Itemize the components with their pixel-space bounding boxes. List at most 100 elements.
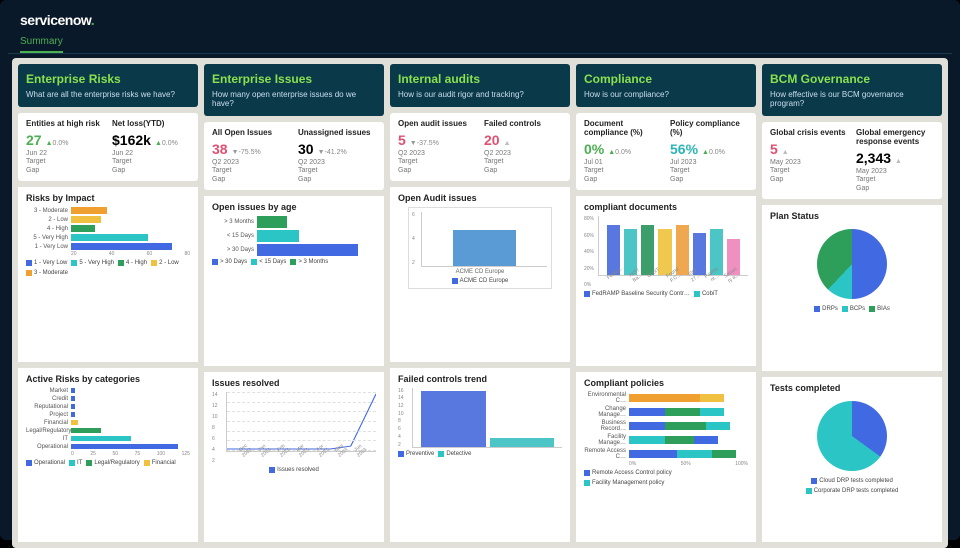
legend-item[interactable]: 2 - Low [151,260,179,266]
yaxis: 642 [412,212,415,266]
legend-item[interactable]: Corporate DRP tests completed [806,488,899,494]
hbar-fill[interactable] [257,244,358,256]
hbar-fill[interactable] [257,216,287,228]
legend-item[interactable]: CobiT [694,291,718,297]
kpi[interactable]: All Open Issues 38 -75.5% Q2 2023TargetG… [212,128,290,184]
pie-chart[interactable] [817,401,887,471]
legend-item[interactable]: Operational [26,460,65,466]
legend-item[interactable]: 4 - High [118,260,147,266]
kpi-value: 5 [398,132,406,148]
legend-item[interactable]: Issues resolved [269,467,319,473]
hbar-fill[interactable] [257,230,299,242]
hbar-seg[interactable] [706,422,730,430]
hbar-seg[interactable] [712,450,736,458]
hbar-fill[interactable] [71,207,107,214]
kpi[interactable]: Policy compliance (%) 56% 0.0% Jul 2023T… [670,119,748,184]
pie-chart[interactable] [817,229,887,299]
legend-item[interactable]: > 3 Months [290,259,328,265]
chart-title: Active Risks by categories [26,374,190,384]
kpi-value: 56% [670,141,698,157]
hbar-fill[interactable] [71,436,131,441]
hbar-track [71,404,190,409]
kpi-change: 0.0% [702,149,725,156]
legend-item[interactable]: Cloud DRP tests completed [811,478,893,484]
legend-item[interactable]: > 30 Days [212,259,247,265]
legend-item[interactable]: 1 - Very Low [26,260,67,266]
legend-item[interactable]: Detective [438,451,471,457]
hbar-fill[interactable] [71,444,178,449]
legend-item[interactable]: BCPs [842,306,865,312]
legend-item[interactable]: BIAs [869,306,890,312]
hbar-seg[interactable] [629,394,700,402]
kpi-meta: Q2 2023TargetGap [212,159,290,184]
kpi[interactable]: Entities at high risk 27 0.0% Jun 22Targ… [26,119,104,175]
logo[interactable]: servicenow [20,12,94,28]
xaxis: FedRA…NIST Ba…CobiTFound F.C…ISO 27…Paym… [598,276,748,288]
kpi-label: Policy compliance (%) [670,119,748,137]
vbar[interactable] [421,391,486,447]
yaxis: 1412108642 [212,392,218,464]
hbar-seg[interactable] [665,422,707,430]
hbar-seg[interactable] [700,394,724,402]
kpi[interactable]: Unassigned issues 30 -41.2% Q2 2023Targe… [298,128,376,184]
hbar-fill[interactable] [71,234,148,241]
hbar-row: Remote Access C… [584,448,748,460]
hbar-seg[interactable] [665,436,695,444]
hbar-seg[interactable] [694,436,718,444]
hbar-seg[interactable] [665,408,701,416]
hbar-track [629,422,748,430]
yaxis: 161412108642 [398,388,404,448]
kpi-value: 0% [584,141,604,157]
axis: 0255075100125 [26,451,190,457]
hbar-fill[interactable] [71,404,75,409]
legend-item[interactable]: 5 - Very High [71,260,114,266]
vbar[interactable] [453,230,516,266]
dashboard-content: Enterprise Risks What are all the enterp… [12,58,948,548]
legend-item[interactable]: Legal/Regulatory [86,460,139,466]
kpi-value: 38 [212,141,228,157]
hbar-fill[interactable] [71,388,75,393]
hbar-fill[interactable] [71,412,75,417]
hbar-track [71,243,190,250]
kpi[interactable]: Document compliance (%) 0% 0.0% Jul 01Ta… [584,119,662,184]
kpi[interactable]: Global emergency response events 2,343 M… [856,128,934,193]
hbar-seg[interactable] [677,450,713,458]
hbar-track [71,444,190,449]
hbar-fill[interactable] [71,225,95,232]
hbar-seg[interactable] [629,436,665,444]
legend-item[interactable]: ACME CD Europe [452,278,509,284]
legend-item[interactable]: Preventive [398,451,434,457]
hbar-row: Legal/Regulatory [26,428,190,434]
hbar-seg[interactable] [629,450,677,458]
header: servicenow [8,8,952,32]
kpi-change: -41.2% [318,149,347,156]
kpi[interactable]: Failed controls 20 Q2 2023TargetGap [484,119,562,175]
hbar-seg[interactable] [700,408,724,416]
legend-item[interactable]: DRPs [814,306,838,312]
hbar-fill[interactable] [71,428,101,433]
column-subtitle: What are all the enterprise risks we hav… [26,90,190,99]
hbar-fill[interactable] [71,216,101,223]
hbar-fill[interactable] [71,420,78,425]
legend-item[interactable]: Financial [144,460,176,466]
hbar-row: 5 - Very High [26,234,190,241]
vbar[interactable] [490,438,555,447]
legend-item[interactable]: < 15 Days [251,259,286,265]
legend-item[interactable]: 3 - Moderate [26,270,68,276]
legend-item[interactable]: Facility Management policy [584,480,664,486]
hbar-fill[interactable] [71,243,172,250]
vbar[interactable] [641,225,654,275]
tab-summary[interactable]: Summary [20,32,63,53]
chart-title: Tests completed [770,383,934,393]
kpi[interactable]: Open audit issues 5 -37.5% Q2 2023Target… [398,119,476,175]
chart-title: Failed controls trend [398,374,562,384]
hbar-fill[interactable] [71,396,75,401]
legend-item[interactable]: IT [69,460,82,466]
hbar-seg[interactable] [629,422,665,430]
kpi[interactable]: Net loss(YTD) $162k 0.0% Jun 22TargetGap [112,119,190,175]
hbar-label: 5 - Very High [26,235,68,241]
legend-item[interactable]: Remote Access Control policy [584,470,672,476]
legend-item[interactable]: FedRAMP Baseline Security Contr… [584,291,690,297]
kpi[interactable]: Global crisis events 5 May 2023TargetGap [770,128,848,193]
hbar-seg[interactable] [629,408,665,416]
